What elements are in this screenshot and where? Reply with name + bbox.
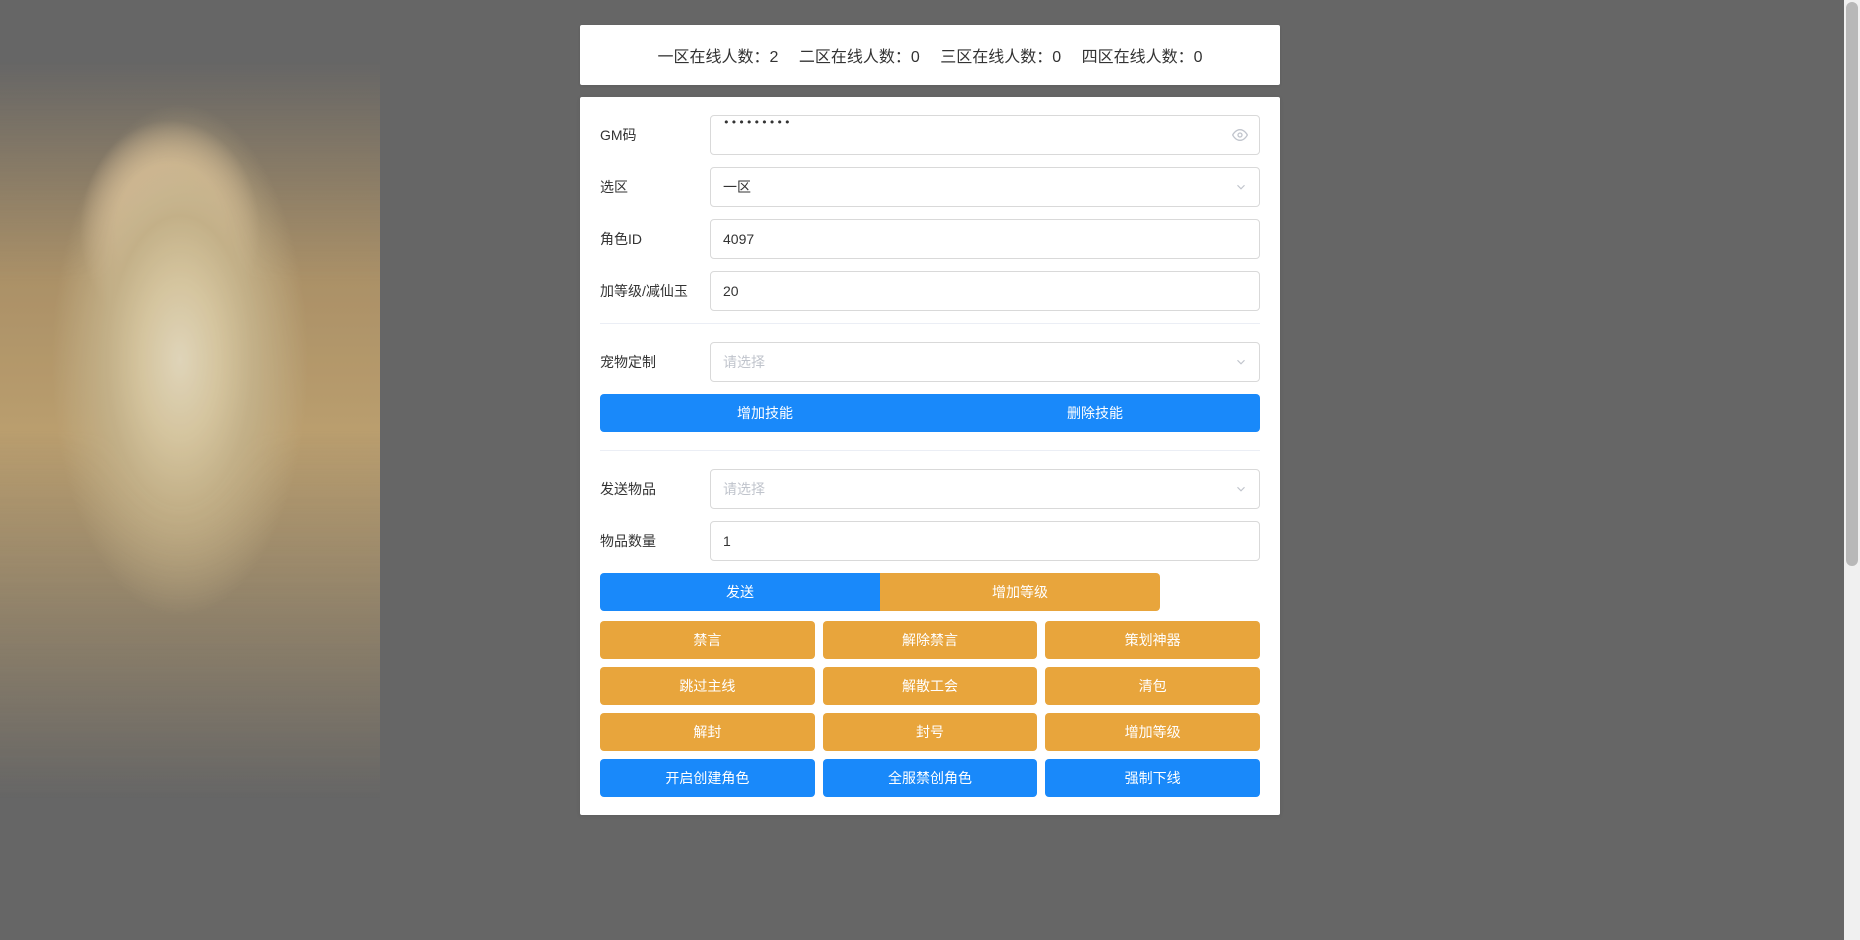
add-level2-button[interactable]: 增加等级: [1045, 713, 1260, 751]
zone2-label: 二区在线人数：: [799, 49, 911, 66]
level-adjust-input[interactable]: [710, 271, 1260, 311]
add-level-button[interactable]: 增加等级: [880, 573, 1160, 611]
server-ban-create-role-button[interactable]: 全服禁创角色: [823, 759, 1038, 797]
level-adjust-label: 加等级/减仙玉: [600, 281, 710, 301]
pet-custom-select[interactable]: 请选择: [710, 342, 1260, 382]
zone2-stat: 二区在线人数：0: [799, 43, 920, 67]
main-panel: 一区在线人数：2 二区在线人数：0 三区在线人数：0 四区在线人数：0 GM码 …: [580, 25, 1280, 815]
gm-form-card: GM码 ••••••••• 选区 一区 角色ID: [580, 97, 1280, 815]
send-item-label: 发送物品: [600, 479, 710, 499]
ban-button[interactable]: 封号: [823, 713, 1038, 751]
zone2-count: 0: [911, 49, 920, 66]
force-offline-button[interactable]: 强制下线: [1045, 759, 1260, 797]
eye-icon[interactable]: [1232, 127, 1248, 143]
gm-code-label: GM码: [600, 125, 710, 145]
unban-button[interactable]: 解封: [600, 713, 815, 751]
zone1-label: 一区在线人数：: [657, 49, 769, 66]
role-id-label: 角色ID: [600, 229, 710, 249]
zone4-label: 四区在线人数：: [1082, 49, 1194, 66]
zone4-count: 0: [1194, 49, 1203, 66]
mute-button[interactable]: 禁言: [600, 621, 815, 659]
send-button[interactable]: 发送: [600, 573, 880, 611]
role-id-input[interactable]: [710, 219, 1260, 259]
online-stats-bar: 一区在线人数：2 二区在线人数：0 三区在线人数：0 四区在线人数：0: [580, 25, 1280, 85]
divider: [600, 450, 1260, 451]
zone1-count: 2: [769, 49, 778, 66]
plan-artifact-button[interactable]: 策划神器: [1045, 621, 1260, 659]
zone-select-label: 选区: [600, 177, 710, 197]
character-artwork: [0, 0, 380, 940]
clear-bag-button[interactable]: 清包: [1045, 667, 1260, 705]
divider: [600, 323, 1260, 324]
zone1-stat: 一区在线人数：2: [657, 43, 778, 67]
skip-main-button[interactable]: 跳过主线: [600, 667, 815, 705]
zone3-stat: 三区在线人数：0: [940, 43, 1061, 67]
send-item-select[interactable]: 请选择: [710, 469, 1260, 509]
enable-create-role-button[interactable]: 开启创建角色: [600, 759, 815, 797]
delete-skill-button[interactable]: 删除技能: [930, 394, 1260, 432]
unmute-button[interactable]: 解除禁言: [823, 621, 1038, 659]
gm-code-input[interactable]: •••••••••: [710, 115, 1260, 155]
zone4-stat: 四区在线人数：0: [1082, 43, 1203, 67]
zone3-count: 0: [1052, 49, 1061, 66]
scrollbar[interactable]: [1844, 0, 1860, 940]
zone3-label: 三区在线人数：: [940, 49, 1052, 66]
pet-custom-label: 宠物定制: [600, 352, 710, 372]
item-qty-label: 物品数量: [600, 531, 710, 551]
disband-guild-button[interactable]: 解散工会: [823, 667, 1038, 705]
add-skill-button[interactable]: 增加技能: [600, 394, 930, 432]
zone-select[interactable]: 一区: [710, 167, 1260, 207]
item-qty-input[interactable]: [710, 521, 1260, 561]
scrollbar-thumb[interactable]: [1846, 2, 1858, 566]
